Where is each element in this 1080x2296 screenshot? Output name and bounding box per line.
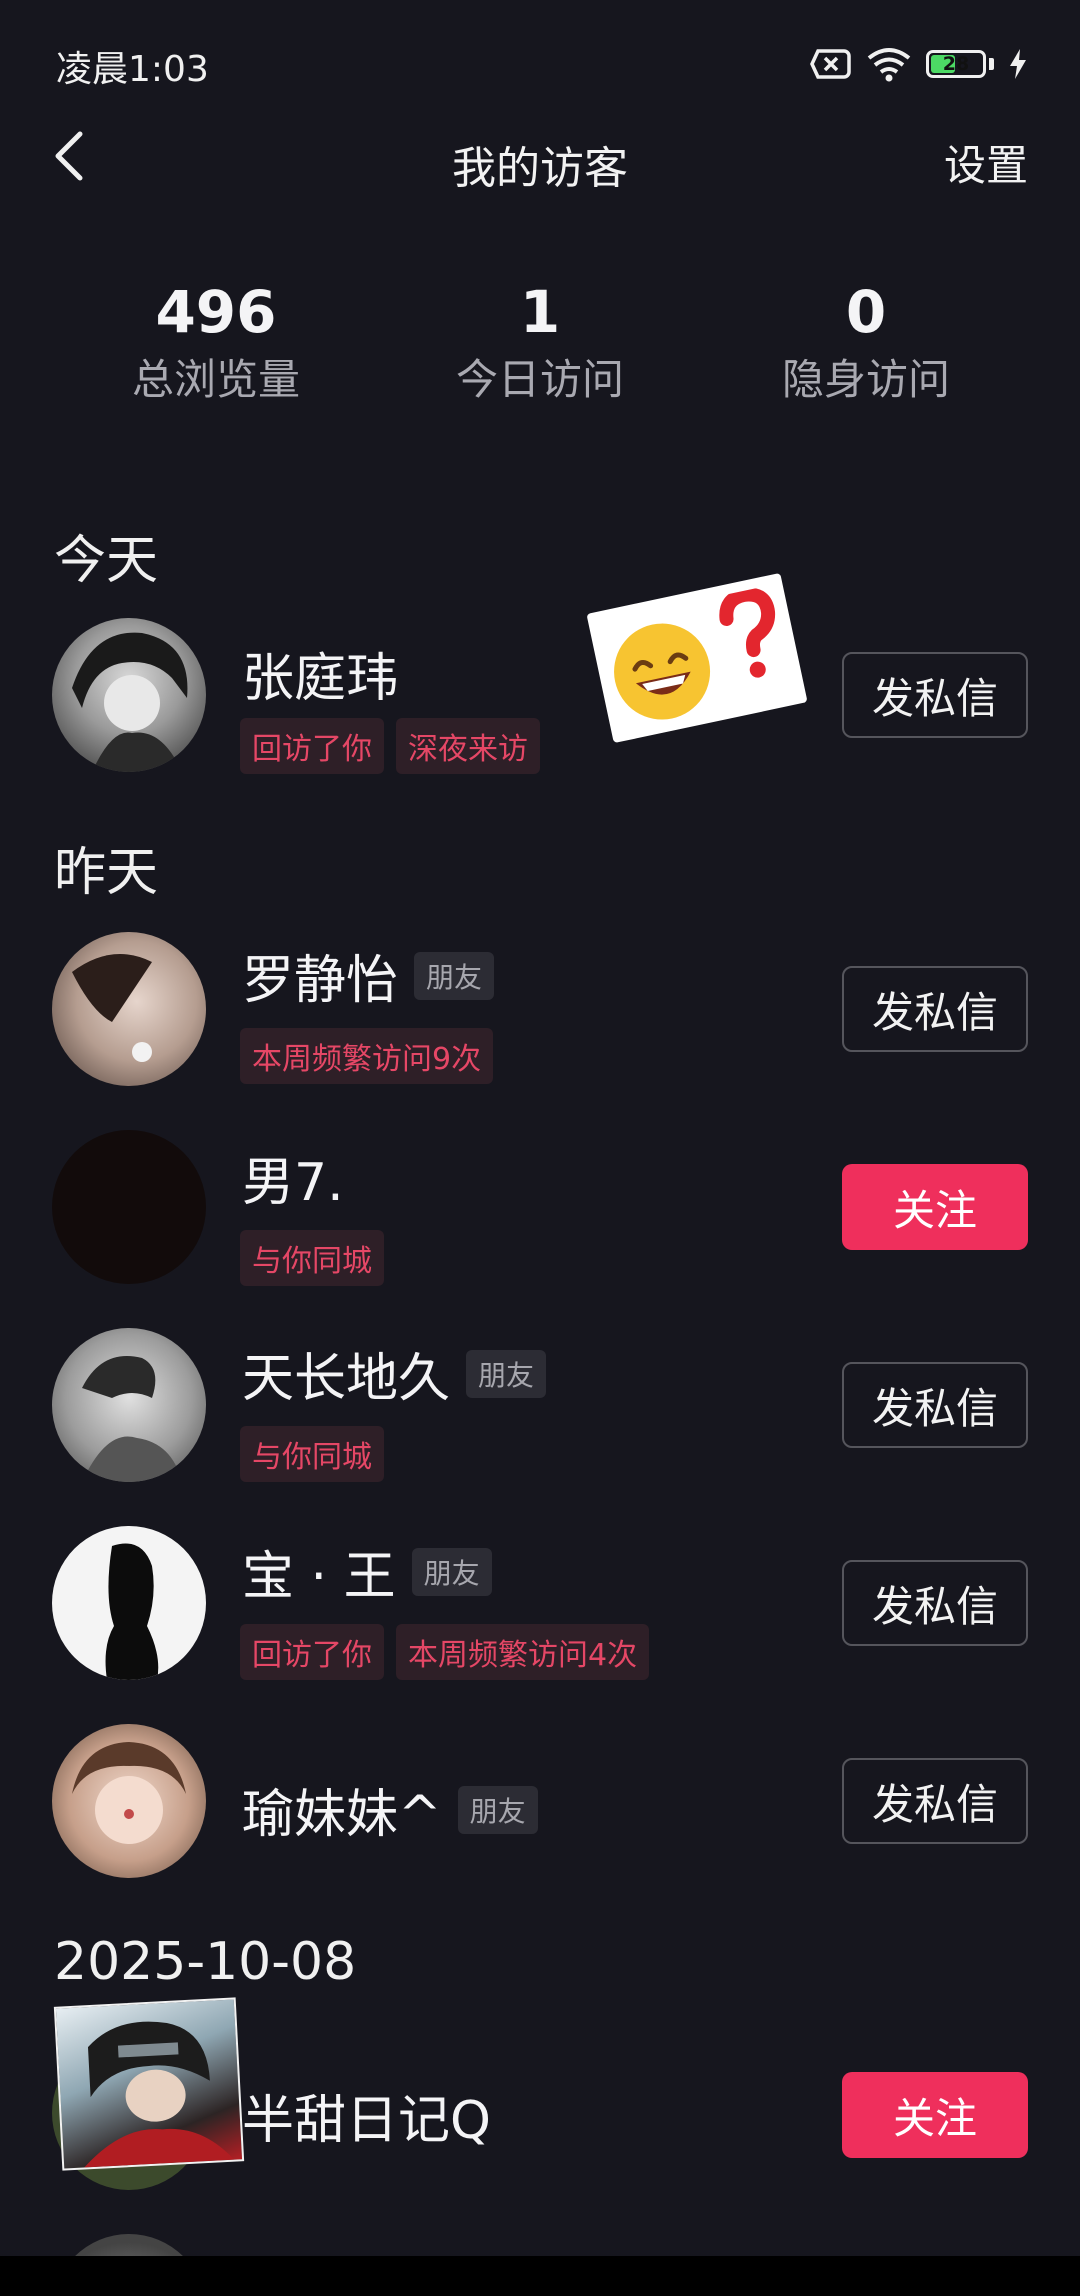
avatar[interactable] bbox=[52, 1130, 206, 1284]
visitor-name: 张庭玮 bbox=[242, 649, 399, 709]
battery-level: 28 bbox=[942, 53, 970, 75]
list-item[interactable]: 天长地久 朋友 与你同城 发私信 bbox=[0, 1328, 1080, 1488]
battery-cap bbox=[989, 58, 994, 70]
tag: 回访了你 bbox=[240, 1624, 384, 1680]
stat-today-visits: 1 今日访问 bbox=[390, 280, 690, 410]
visitor-name: 瑜妹妹^ bbox=[242, 1785, 442, 1845]
visitor-name: 半甜日记Q bbox=[242, 2091, 491, 2151]
visitor-name: 罗静怡 bbox=[242, 951, 399, 1011]
visitor-tags: 回访了你 深夜来访 bbox=[240, 718, 540, 774]
stat-label: 今日访问 bbox=[455, 355, 624, 404]
status-icons: 28 bbox=[810, 44, 1028, 84]
sim-off-icon bbox=[810, 49, 851, 79]
message-button[interactable]: 发私信 bbox=[842, 966, 1028, 1052]
visitor-tags: 与你同城 bbox=[240, 1230, 384, 1286]
list-item[interactable]: 半甜日记Q 关注 bbox=[0, 1997, 1080, 2196]
tag: 本周频繁访问9次 bbox=[240, 1028, 494, 1084]
tag: 与你同城 bbox=[240, 1230, 384, 1286]
avatar[interactable] bbox=[52, 1526, 206, 1680]
visitor-tags: 本周频繁访问9次 bbox=[240, 1028, 494, 1084]
avatar-illustration bbox=[72, 1742, 186, 1844]
page-title: 我的访客 bbox=[452, 143, 628, 194]
list-item[interactable]: 张庭玮 回访了你 深夜来访 发私信 bbox=[0, 618, 1080, 778]
settings-link[interactable]: 设置 bbox=[944, 132, 1028, 193]
tag: 与你同城 bbox=[240, 1426, 384, 1482]
message-button[interactable]: 发私信 bbox=[842, 1362, 1028, 1448]
avatar-illustration bbox=[72, 954, 152, 1062]
friend-badge: 朋友 bbox=[466, 1349, 547, 1398]
section-label-today: 今天 bbox=[54, 531, 159, 591]
tag: 深夜来访 bbox=[396, 718, 540, 774]
sticker-image bbox=[53, 1997, 245, 2171]
follow-button[interactable]: 关注 bbox=[842, 2072, 1028, 2158]
message-button[interactable]: 发私信 bbox=[842, 1758, 1028, 1844]
follow-button[interactable]: 关注 bbox=[842, 1164, 1028, 1250]
battery-icon: 28 bbox=[926, 50, 986, 78]
stat-value: 1 bbox=[519, 278, 561, 346]
avatar[interactable] bbox=[52, 1328, 206, 1482]
visitor-tags: 回访了你 本周频繁访问4次 bbox=[240, 1624, 650, 1680]
wifi-icon bbox=[867, 48, 911, 82]
section-label-date: 2025-10-08 bbox=[54, 1932, 357, 1992]
avatar-illustration bbox=[72, 632, 188, 772]
tag: 本周频繁访问4次 bbox=[396, 1624, 650, 1680]
stat-hidden-visits: 0 隐身访问 bbox=[716, 280, 1016, 410]
avatar[interactable] bbox=[52, 1724, 206, 1878]
avatar[interactable] bbox=[52, 932, 206, 1086]
anime-character-image bbox=[84, 2021, 235, 2168]
list-item[interactable]: 男7. 与你同城 关注 bbox=[0, 1130, 1080, 1290]
list-item[interactable]: 罗静怡 朋友 本周频繁访问9次 发私信 bbox=[0, 932, 1080, 1092]
visitor-name-row: 瑜妹妹^ 朋友 bbox=[242, 1772, 538, 1847]
system-nav-bar bbox=[0, 2256, 1080, 2296]
tag: 回访了你 bbox=[240, 718, 384, 774]
message-button[interactable]: 发私信 bbox=[842, 1560, 1028, 1646]
avatar-illustration bbox=[82, 1356, 182, 1482]
stat-value: 0 bbox=[845, 278, 887, 346]
visitor-name-row: 天长地久 朋友 bbox=[242, 1336, 547, 1411]
visitor-name: 宝 · 王 bbox=[242, 1547, 396, 1607]
friend-badge: 朋友 bbox=[414, 951, 495, 1000]
stat-label: 隐身访问 bbox=[781, 355, 950, 404]
avatar-illustration bbox=[105, 1543, 159, 1680]
message-button[interactable]: 发私信 bbox=[842, 652, 1028, 738]
charging-icon bbox=[1010, 49, 1026, 79]
avatar[interactable] bbox=[52, 618, 206, 772]
visitor-name-row: 罗静怡 朋友 bbox=[242, 938, 495, 1013]
visitor-tags: 与你同城 bbox=[240, 1426, 384, 1482]
friend-badge: 朋友 bbox=[457, 1785, 538, 1834]
stat-total-views: 496 总浏览量 bbox=[66, 280, 366, 410]
visitor-name-row: 宝 · 王 朋友 bbox=[242, 1534, 492, 1609]
list-item[interactable]: 宝 · 王 朋友 回访了你 本周频繁访问4次 发私信 bbox=[0, 1526, 1080, 1686]
stat-value: 496 bbox=[155, 278, 277, 346]
visitor-name: 男7. bbox=[242, 1153, 344, 1213]
friend-badge: 朋友 bbox=[411, 1547, 492, 1596]
visitor-name: 天长地久 bbox=[242, 1349, 451, 1409]
status-time: 凌晨1:03 bbox=[56, 49, 209, 90]
stat-label: 总浏览量 bbox=[131, 355, 300, 404]
section-label-yesterday: 昨天 bbox=[54, 843, 159, 903]
list-item[interactable]: 瑜妹妹^ 朋友 发私信 bbox=[0, 1724, 1080, 1884]
